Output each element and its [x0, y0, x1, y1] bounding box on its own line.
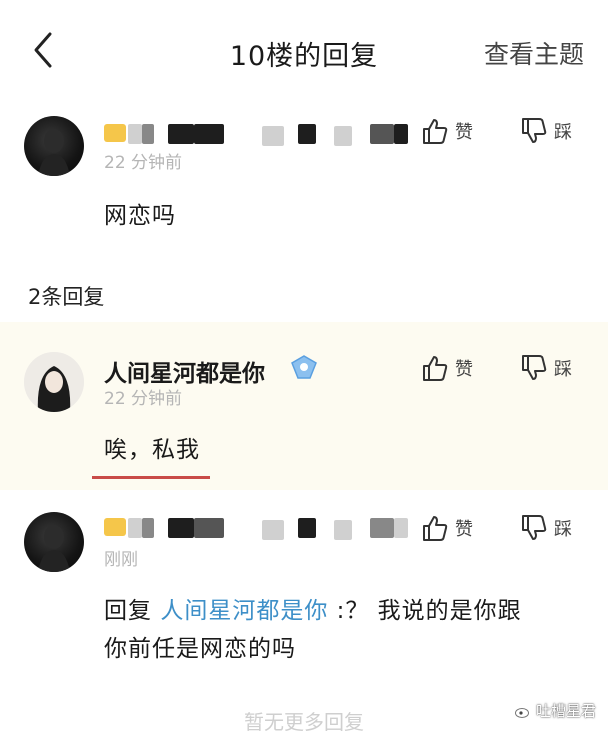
comment-text-line2: 你前任是网恋的吗 — [104, 636, 296, 662]
highlighted-reply — [0, 322, 608, 490]
verified-badge-icon — [290, 354, 318, 384]
avatar[interactable] — [24, 116, 84, 176]
reply-prefix: 回复 — [104, 598, 152, 624]
dislike-label: 踩 — [554, 519, 572, 540]
reply-count: 2条回复 — [28, 285, 105, 309]
like-button[interactable]: 赞 — [421, 117, 473, 145]
comment-time: 刚刚 — [104, 550, 138, 570]
like-label: 赞 — [455, 519, 473, 540]
comment-time: 22 分钟前 — [104, 153, 183, 173]
username[interactable]: 人间星河都是你 — [104, 354, 265, 388]
thumbs-down-icon — [522, 355, 547, 380]
level-badge-icon — [104, 124, 126, 142]
top-bar: 10楼的回复 查看主题 — [0, 0, 608, 100]
like-button[interactable]: 赞 — [421, 514, 473, 542]
reply-text-line1: :？ 我说的是你跟 — [336, 598, 522, 624]
comment-time: 22 分钟前 — [104, 389, 183, 409]
reply-to-username-link[interactable]: 人间星河都是你 — [160, 598, 328, 624]
dislike-button[interactable]: 踩 — [520, 514, 572, 542]
comment-text: 网恋吗 — [104, 203, 176, 229]
watermark-text: 吐槽星君 — [535, 702, 596, 720]
thumbs-up-icon — [423, 516, 448, 541]
watermark: 吐槽星君 — [515, 700, 596, 721]
thumbs-up-icon — [423, 356, 448, 381]
thumbs-down-icon — [522, 118, 547, 143]
comment-text: 回复 人间星河都是你 :？ 我说的是你跟 — [104, 591, 522, 625]
like-label: 赞 — [455, 359, 473, 380]
avatar[interactable] — [24, 352, 84, 412]
dislike-button[interactable]: 踩 — [520, 117, 572, 145]
like-label: 赞 — [455, 122, 473, 143]
thumbs-up-icon — [423, 119, 448, 144]
thumbs-down-icon — [522, 515, 547, 540]
view-topic-link[interactable]: 查看主题 — [484, 35, 584, 71]
like-button[interactable]: 赞 — [421, 354, 473, 382]
dislike-label: 踩 — [554, 122, 572, 143]
level-badge-icon — [104, 518, 126, 536]
avatar[interactable] — [24, 512, 84, 572]
dislike-label: 踩 — [554, 359, 572, 380]
text-underline — [92, 476, 210, 479]
weibo-logo-icon — [515, 708, 530, 718]
comment-text: 唉，私我 — [104, 437, 200, 463]
dislike-button[interactable]: 踩 — [520, 354, 572, 382]
